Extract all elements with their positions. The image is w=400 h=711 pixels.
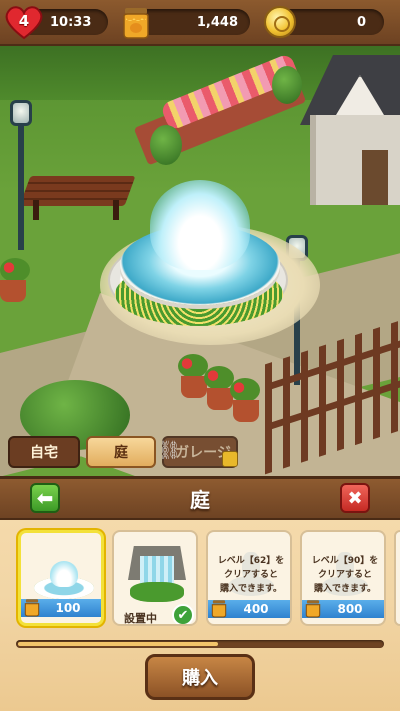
close-icon: ✖: [347, 487, 363, 509]
fountain-thumbnail: [34, 561, 94, 601]
lives-timer: 10:33: [50, 14, 92, 30]
item-price: 100: [55, 601, 81, 615]
heart-icon[interactable]: 4: [4, 4, 44, 40]
bench: [19, 168, 136, 220]
price-tag: 400: [208, 600, 290, 618]
flower-pot: [0, 258, 30, 282]
bush: [272, 66, 302, 104]
item-price: 400: [243, 602, 269, 616]
waterfall-thumbnail: [128, 546, 186, 602]
honey-jar-icon: [304, 598, 322, 618]
flower-pot: [230, 378, 260, 402]
lives-count: 4: [18, 12, 30, 30]
honey-jar-icon: [210, 598, 228, 618]
lock-icon: [222, 451, 238, 467]
street-lamp: [18, 120, 24, 250]
tab-home[interactable]: 自宅: [8, 436, 80, 468]
fountain-spray: [150, 180, 250, 270]
tab-garden[interactable]: 庭: [86, 436, 156, 468]
item-card-partial[interactable]: [394, 530, 400, 626]
house: [300, 55, 400, 205]
installed-label: 設置中: [124, 612, 157, 625]
garden-scene[interactable]: [0, 0, 400, 480]
coin-icon: [264, 6, 296, 38]
buy-button[interactable]: 購入: [145, 654, 255, 700]
bush: [150, 125, 182, 165]
close-button[interactable]: ✖: [340, 483, 370, 513]
unlock-requirement: レベル【62】を クリアすると 購入できます。: [217, 556, 285, 594]
price-tag: 800: [302, 600, 384, 618]
chain-icon: ⛓: [158, 440, 181, 461]
item-scrollbar[interactable]: [16, 640, 384, 648]
top-hud: 10:33 4 1,448 0: [0, 0, 400, 46]
item-price: 800: [337, 602, 363, 616]
price-tag: 100: [21, 599, 101, 617]
check-icon: ✔: [172, 604, 194, 624]
item-card-locked[interactable]: レベル【62】を クリアすると 購入できます。 400: [206, 530, 292, 626]
item-card-waterfall[interactable]: 設置中 ✔: [112, 530, 198, 626]
item-card-fountain[interactable]: 100: [18, 530, 104, 626]
flower-pot: [233, 400, 259, 422]
unlock-requirement: レベル【90】を クリアすると 購入できます。: [311, 556, 379, 594]
honey-jar-icon: [23, 597, 41, 617]
honey-jar-icon: [120, 4, 152, 40]
item-card-locked[interactable]: レベル【90】を クリアすると 購入できます。 800: [300, 530, 386, 626]
coin-count: 0: [356, 14, 366, 30]
honey-count: 1,448: [196, 14, 238, 30]
street-lamp-head: [10, 100, 32, 126]
item-scrollbar-thumb[interactable]: [18, 642, 219, 646]
arrow-left-icon: ⬅: [36, 486, 54, 510]
back-button[interactable]: ⬅: [30, 483, 60, 513]
flower-pot: [0, 280, 26, 302]
